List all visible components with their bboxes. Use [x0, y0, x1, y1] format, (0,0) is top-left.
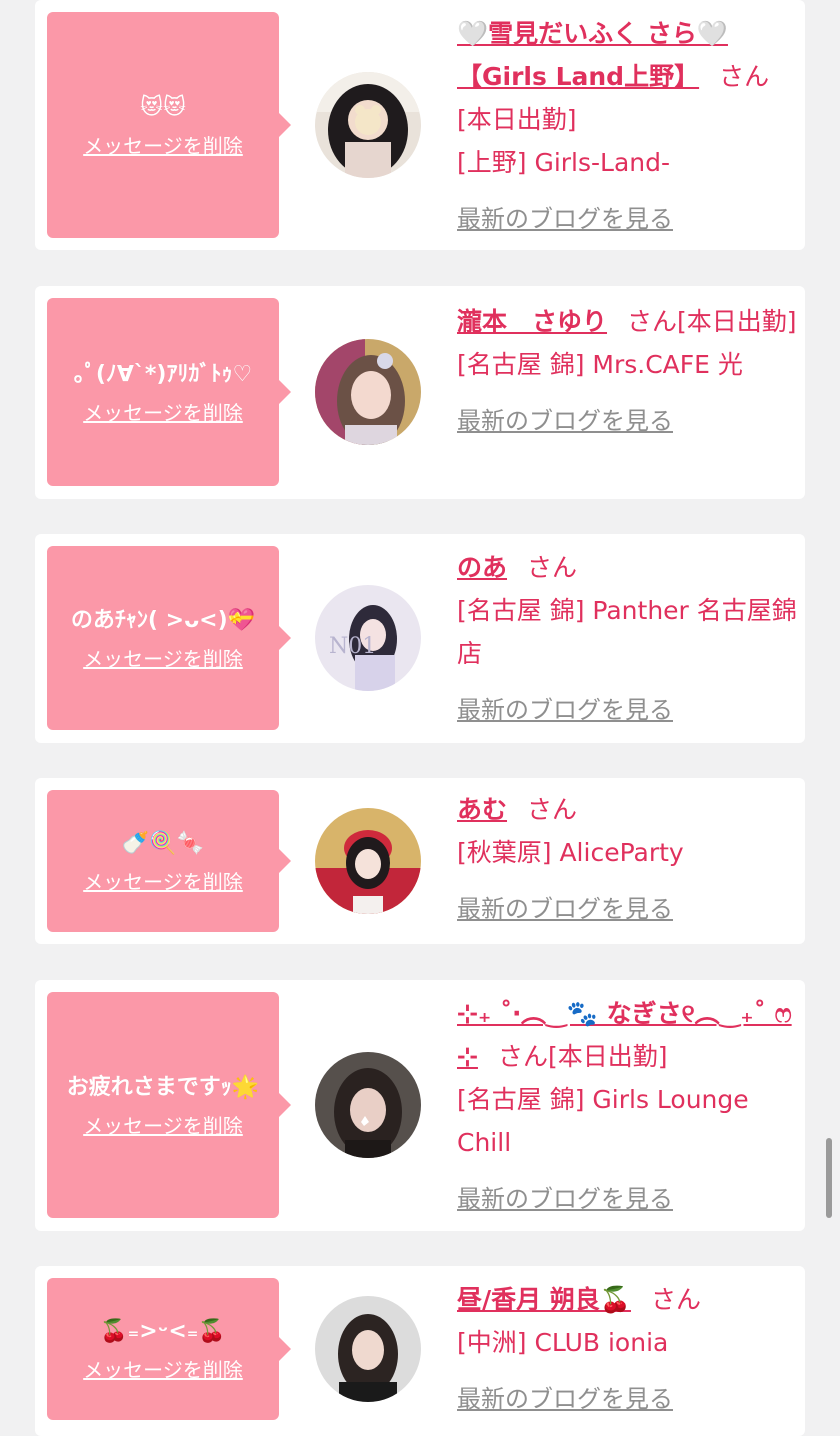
latest-blog-link[interactable]: 最新のブログを見る — [457, 888, 673, 931]
delete-message-link[interactable]: メッセージを削除 — [83, 867, 243, 897]
cast-info: 昼/香月 朔良🍒 さん [中洲] CLUB ionia 最新のブログを見る — [457, 1278, 797, 1421]
delete-message-link[interactable]: メッセージを削除 — [83, 398, 243, 428]
avatar[interactable]: N01 — [315, 585, 421, 691]
message-bubble: 🍼🍭🍬 メッセージを削除 — [47, 790, 291, 932]
cast-name-link[interactable]: のあ — [457, 553, 507, 582]
latest-blog-link[interactable]: 最新のブログを見る — [457, 1178, 673, 1221]
cast-info: ⊹₊ ˚‧︵‿🐾 なぎさ୧︵‿₊˚ ෆ ⊹ さん[本日出勤] [名古屋 錦] Gi… — [457, 992, 797, 1221]
message-text: ｡ﾟ(ﾉ∀`*)ｱﾘｶﾞﾄｩ♡ — [73, 362, 253, 387]
latest-blog-link[interactable]: 最新のブログを見る — [457, 400, 673, 443]
message-text: お疲れさまですｯ🌟 — [66, 1075, 260, 1100]
delete-message-link[interactable]: メッセージを削除 — [83, 644, 243, 674]
message-bubble: 😻😻 メッセージを削除 — [47, 12, 291, 238]
avatar[interactable] — [315, 808, 421, 914]
avatar[interactable] — [315, 1296, 421, 1402]
status-text: [本日出勤] — [547, 1042, 668, 1071]
message-card: 🍒₌>ᵕ<₌🍒 メッセージを削除 昼/香月 朔良🍒 さん [中洲] CLUB io… — [35, 1266, 805, 1436]
message-text: 🍼🍭🍬 — [121, 831, 205, 856]
svg-text:N01: N01 — [329, 634, 376, 659]
shop-name: [中洲] CLUB ionia — [457, 1328, 669, 1357]
shop-name: [名古屋 錦] Panther 名古屋錦店 — [457, 596, 797, 668]
message-card: 🍼🍭🍬 メッセージを削除 あむ さん [秋葉原] AliceParty 最新のブロ… — [35, 778, 805, 944]
honorific: さん — [719, 62, 770, 91]
shop-name: [名古屋 錦] Mrs.CAFE 光 — [457, 350, 743, 379]
cast-info: のあ さん [名古屋 錦] Panther 名古屋錦店 最新のブログを見る — [457, 546, 797, 732]
status-text: [本日出勤] — [677, 307, 797, 336]
cast-name-link[interactable]: あむ — [457, 795, 507, 824]
delete-message-link[interactable]: メッセージを削除 — [83, 1355, 243, 1385]
message-bubble: 🍒₌>ᵕ<₌🍒 メッセージを削除 — [47, 1278, 291, 1420]
status-text: [本日出勤] — [457, 105, 577, 134]
message-bubble: のあﾁｬﾝ( >ᴗ<)💝 メッセージを削除 — [47, 546, 291, 730]
message-bubble: お疲れさまですｯ🌟 メッセージを削除 — [47, 992, 291, 1218]
message-card: 😻😻 メッセージを削除 🤍雪見だいふく さら🤍【Girls Land上野】 さん … — [35, 0, 805, 250]
message-card: ｡ﾟ(ﾉ∀`*)ｱﾘｶﾞﾄｩ♡ メッセージを削除 瀧本 さゆり さん[本日出勤] … — [35, 286, 805, 499]
scrollbar[interactable] — [826, 1138, 832, 1218]
delete-message-link[interactable]: メッセージを削除 — [83, 1111, 243, 1141]
message-text: のあﾁｬﾝ( >ᴗ<)💝 — [70, 608, 256, 633]
delete-message-link[interactable]: メッセージを削除 — [83, 131, 243, 161]
cast-info: 瀧本 さゆり さん[本日出勤] [名古屋 錦] Mrs.CAFE 光 最新のブログ… — [457, 300, 797, 443]
avatar[interactable] — [315, 1052, 421, 1158]
honorific: さん — [527, 553, 578, 582]
honorific: さん — [627, 307, 678, 336]
avatar[interactable] — [315, 339, 421, 445]
message-text: 😻😻 — [140, 95, 186, 120]
honorific: さん — [527, 795, 578, 824]
cast-name-link[interactable]: 瀧本 さゆり — [457, 307, 607, 336]
latest-blog-link[interactable]: 最新のブログを見る — [457, 198, 673, 241]
cast-info: 🤍雪見だいふく さら🤍【Girls Land上野】 さん [本日出勤] [上野] … — [457, 12, 797, 241]
cast-name-link[interactable]: 🤍雪見だいふく さら🤍【Girls Land上野】 — [457, 19, 728, 91]
avatar[interactable] — [315, 72, 421, 178]
cast-name-link[interactable]: 昼/香月 朔良🍒 — [457, 1285, 631, 1314]
message-bubble: ｡ﾟ(ﾉ∀`*)ｱﾘｶﾞﾄｩ♡ メッセージを削除 — [47, 298, 291, 486]
message-card: お疲れさまですｯ🌟 メッセージを削除 ⊹₊ ˚‧︵‿🐾 なぎさ୧︵‿₊˚ ෆ ⊹… — [35, 980, 805, 1231]
honorific: さん — [497, 1042, 548, 1071]
shop-name: [上野] Girls-Land- — [457, 148, 671, 177]
message-text: 🍒₌>ᵕ<₌🍒 — [100, 1319, 226, 1344]
shop-name: [名古屋 錦] Girls Lounge Chill — [457, 1085, 749, 1157]
shop-name: [秋葉原] AliceParty — [457, 838, 684, 867]
latest-blog-link[interactable]: 最新のブログを見る — [457, 689, 673, 732]
cast-info: あむ さん [秋葉原] AliceParty 最新のブログを見る — [457, 788, 797, 931]
latest-blog-link[interactable]: 最新のブログを見る — [457, 1378, 673, 1421]
message-card: のあﾁｬﾝ( >ᴗ<)💝 メッセージを削除 N01 のあ さん [名古屋 錦] P… — [35, 534, 805, 743]
honorific: さん — [650, 1285, 701, 1314]
